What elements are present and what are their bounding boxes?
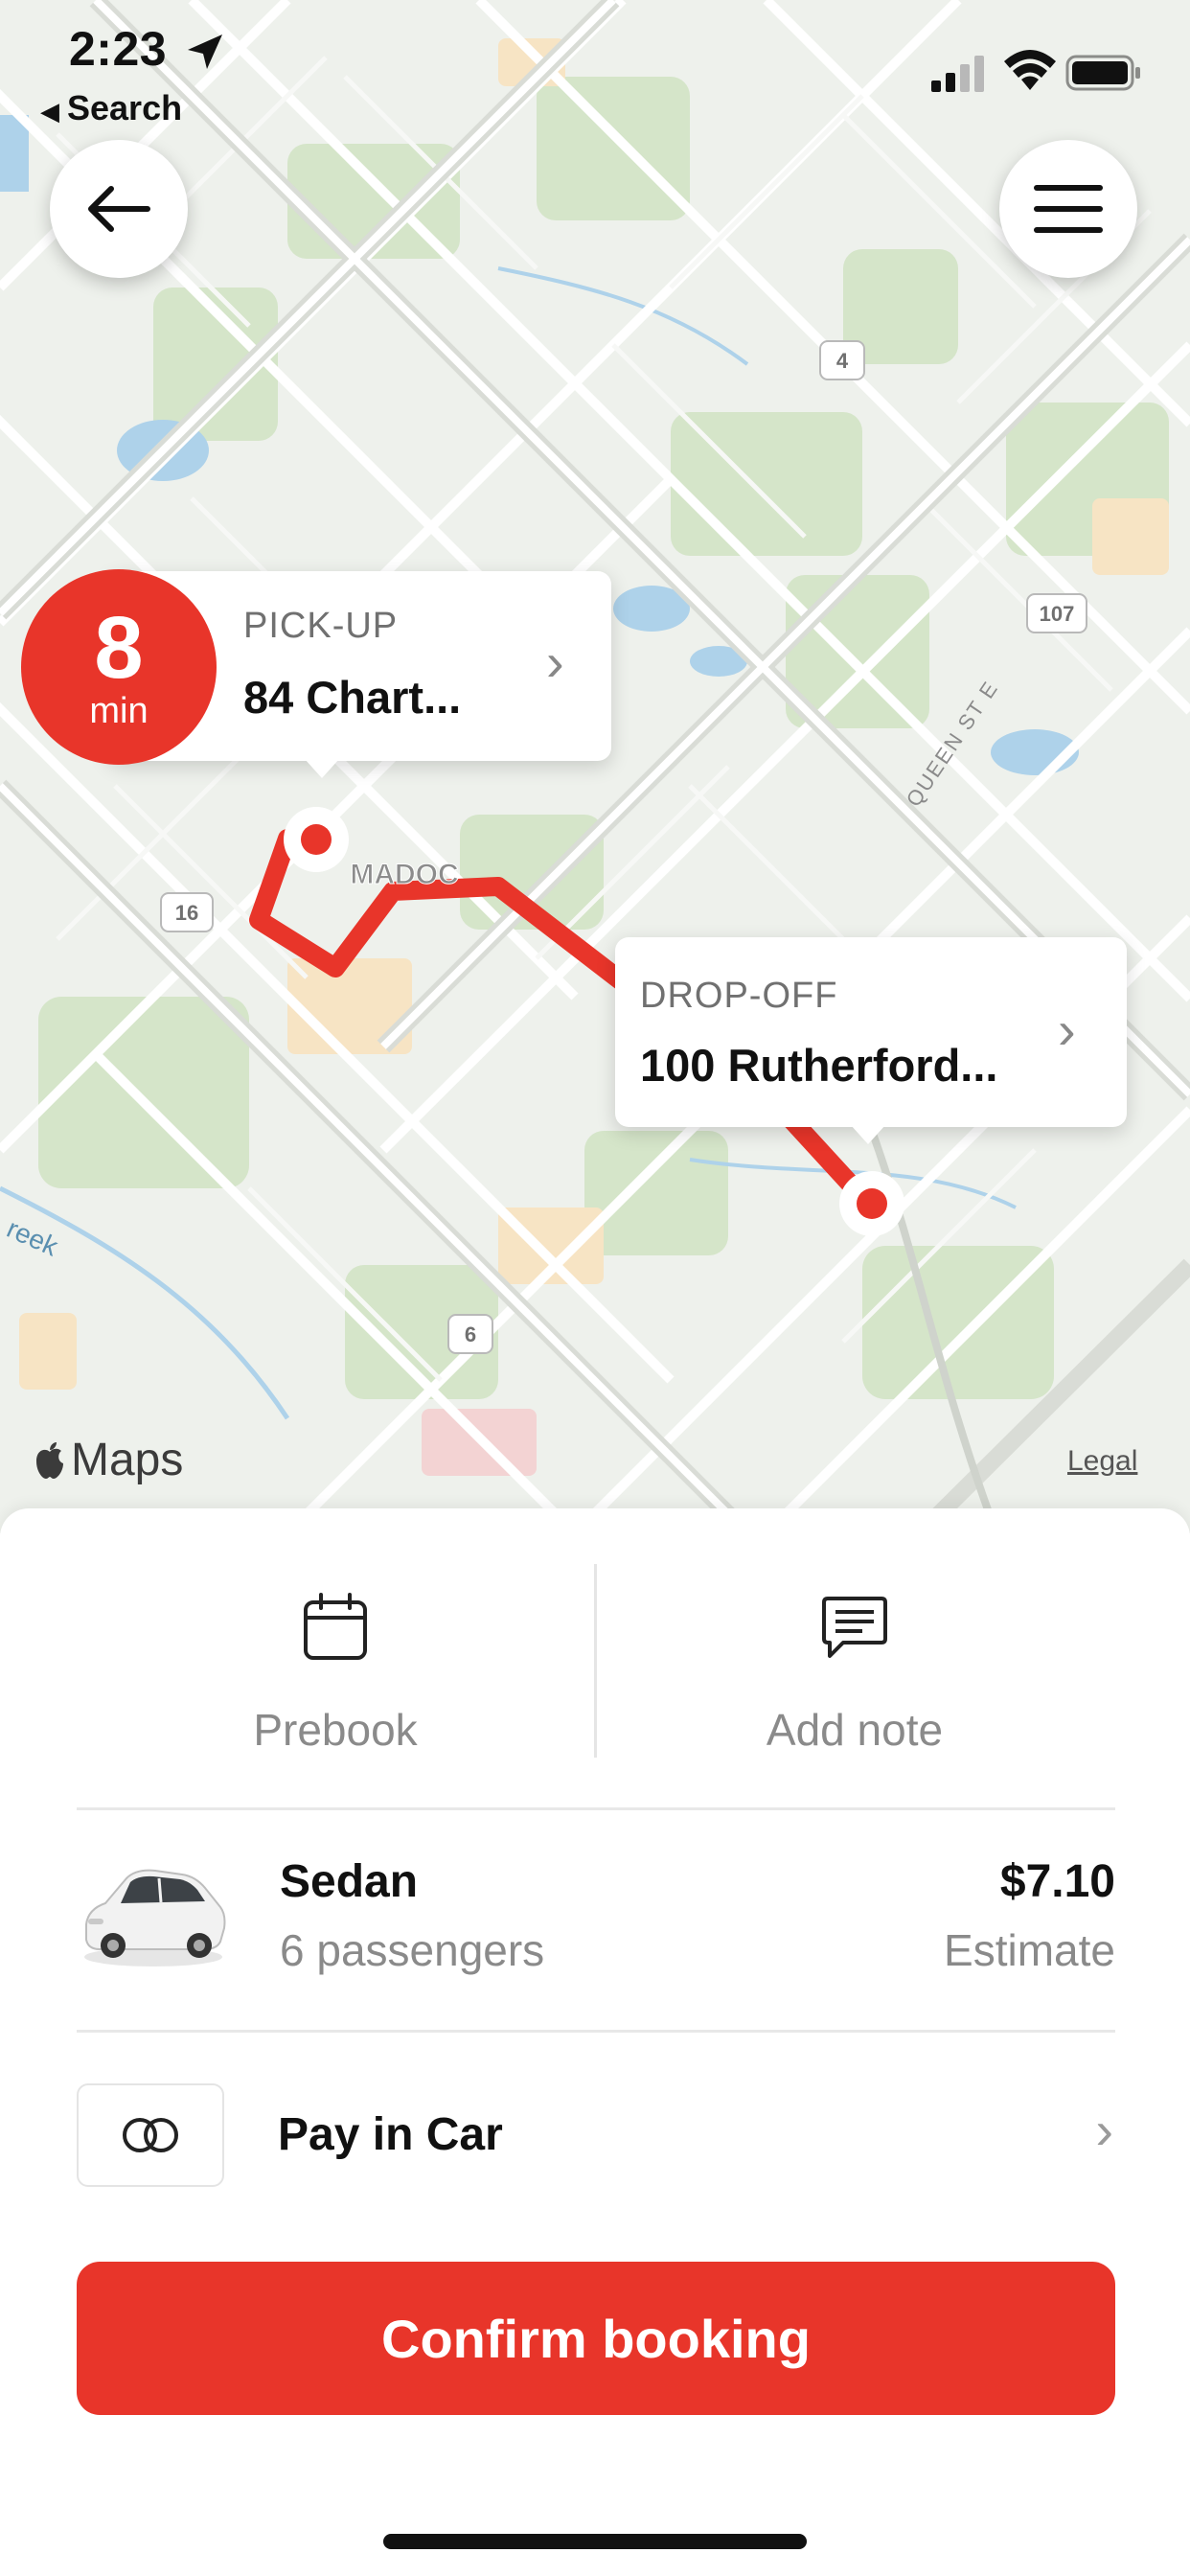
area-label-madoc: MADOC [350, 859, 458, 890]
creek-label: reek [3, 1213, 63, 1262]
pickup-label: PICK-UP [243, 606, 399, 646]
menu-button[interactable] [999, 140, 1137, 278]
back-app-label: Search [67, 88, 183, 127]
map-view[interactable]: 4 107 16 6 QUEEN ST E MADOC reek 2:23 ◀ S… [0, 0, 1190, 1533]
vehicle-name: Sedan [280, 1856, 419, 1907]
back-to-app-link[interactable]: ◀ Search [40, 88, 182, 128]
legal-link[interactable]: Legal [1067, 1445, 1137, 1478]
prebook-label: Prebook [253, 1705, 418, 1755]
road-shield-4: 4 [836, 349, 849, 373]
road-shield-107: 107 [1040, 602, 1075, 626]
payment-method-row[interactable]: Pay in Car › [77, 2083, 1115, 2187]
status-bar: 2:23 ◀ Search [0, 0, 1190, 134]
add-note-label: Add note [766, 1705, 944, 1755]
cellular-signal-icon [931, 56, 984, 92]
chevron-right-icon: › [546, 632, 564, 692]
dropoff-address: 100 Rutherford... [640, 1040, 998, 1091]
cash-card-icon [123, 2118, 178, 2152]
road-shield-6: 6 [465, 1322, 476, 1346]
vehicle-capacity: 6 passengers [280, 1925, 545, 1975]
sedan-car-image [84, 1869, 226, 1966]
hamburger-menu-icon [1034, 185, 1103, 233]
eta-unit: min [89, 691, 149, 731]
divider [77, 2030, 1115, 2033]
status-time: 2:23 [69, 22, 168, 76]
fare-estimate-label: Estimate [944, 1925, 1115, 1975]
location-arrow-icon [188, 34, 222, 69]
arrow-left-icon [88, 186, 150, 232]
home-indicator[interactable] [383, 2534, 807, 2549]
payment-icon-box [77, 2083, 224, 2187]
chevron-right-icon: › [1058, 1000, 1076, 1060]
confirm-booking-button[interactable]: Confirm booking [77, 2262, 1115, 2415]
dropoff-label: DROP-OFF [640, 976, 838, 1016]
dropoff-callout-tail [851, 1125, 885, 1144]
payment-label: Pay in Car [278, 2109, 503, 2160]
maps-logo-text: Maps [71, 1435, 184, 1485]
fare-price: $7.10 [999, 1856, 1115, 1907]
pickup-address: 84 Chart... [243, 672, 462, 723]
wifi-icon [1004, 50, 1056, 90]
dropoff-callout[interactable]: DROP-OFF 100 Rutherford... › [615, 937, 1127, 1144]
prebook-button[interactable]: Prebook [77, 1564, 594, 1761]
eta-value: 8 [94, 599, 144, 697]
chevron-right-icon: › [1095, 2100, 1113, 2160]
street-label-queen: QUEEN ST E [902, 676, 1003, 811]
back-button[interactable] [50, 140, 188, 278]
apple-maps-logo: Maps [33, 1434, 183, 1486]
eta-badge: 8 min [21, 569, 217, 765]
pickup-callout-tail [305, 759, 339, 778]
message-icon [822, 1597, 887, 1658]
divider [77, 1807, 1115, 1810]
back-triangle-icon: ◀ [40, 97, 59, 126]
road-shield-16: 16 [175, 901, 198, 925]
add-note-button[interactable]: Add note [596, 1564, 1113, 1761]
vehicle-option[interactable]: Sedan 6 passengers $7.10 Estimate [77, 1840, 1115, 1993]
calendar-icon [304, 1593, 367, 1660]
apple-logo-icon [36, 1441, 63, 1479]
battery-icon [1065, 55, 1140, 91]
